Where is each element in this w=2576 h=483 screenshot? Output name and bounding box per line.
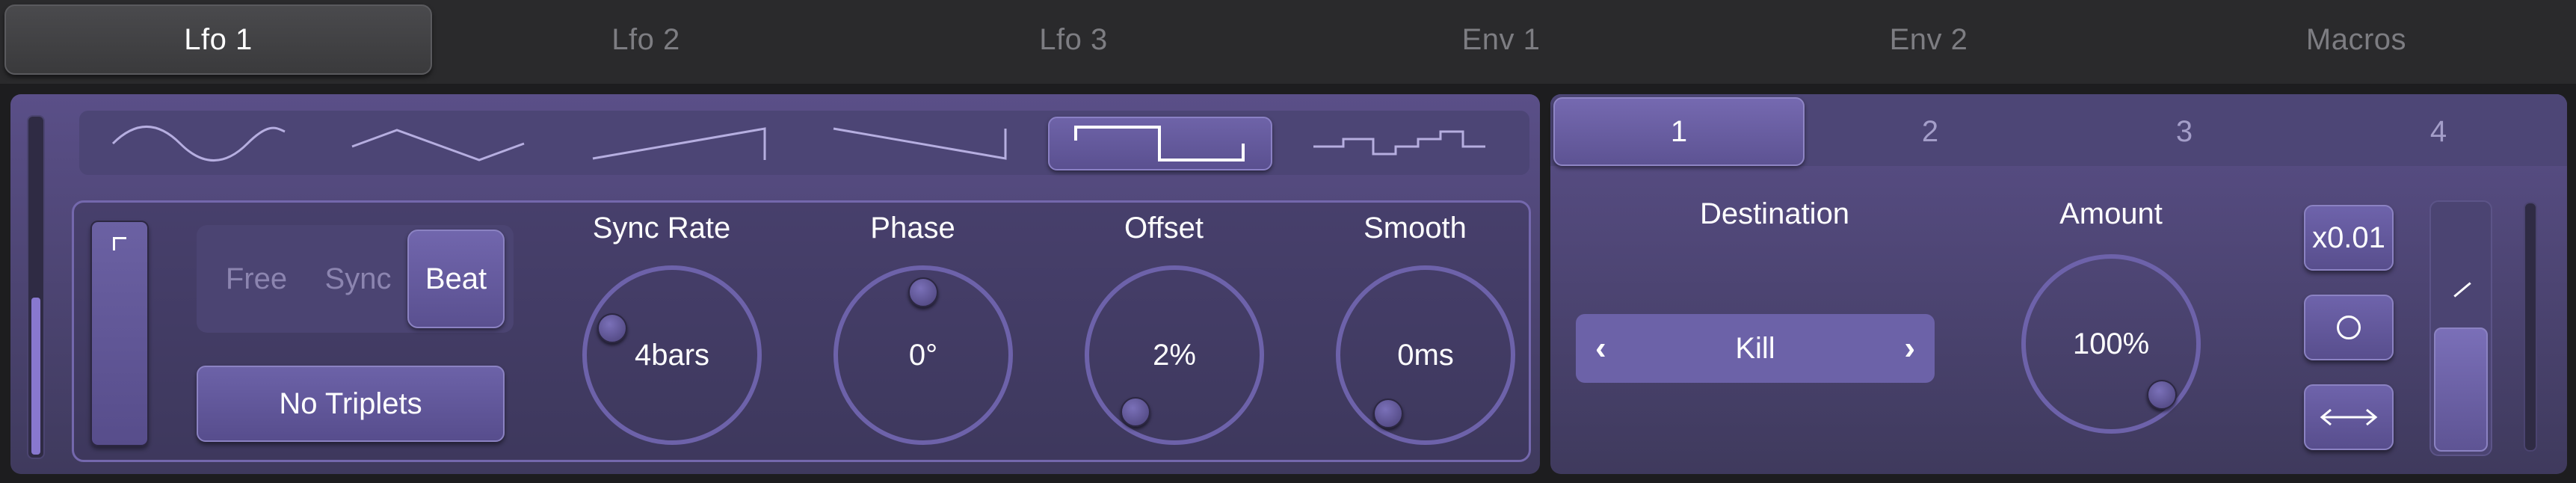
phase-value: 0° [908,338,938,372]
chevron-left-icon[interactable]: ‹ [1595,330,1606,367]
sync-rate-knob[interactable]: 4bars [582,265,762,445]
destination-value[interactable]: Kill [1735,332,1775,366]
smooth-label: Smooth [1364,212,1467,244]
amount-knob[interactable]: 100% [2021,254,2201,434]
slot-2[interactable]: 2 [1805,97,2056,166]
modulation-panel: 1 2 3 4 Destination ‹ Kill › Amount 100%… [1550,94,2567,474]
random-step-wave-icon [1313,130,1485,156]
tab-lfo-3[interactable]: Lfo 3 [860,4,1287,75]
mode-beat[interactable]: Beat [407,230,505,328]
tab-env-1[interactable]: Env 1 [1287,4,1715,75]
tab-macros[interactable]: Macros [2142,4,2570,75]
lfo-tab-bar: Lfo 1 Lfo 2 Lfo 3 Env 1 Env 2 Macros [0,0,2576,84]
offset-value: 2% [1153,338,1196,372]
sync-rate-value: 4bars [634,338,710,372]
amount-label: Amount [2059,197,2163,230]
mod-slot-tabs: 1 2 3 4 [1550,94,2567,166]
lfo-output-meter [27,115,45,459]
circle-icon [2337,316,2361,339]
tab-env-2[interactable]: Env 2 [1715,4,2142,75]
waveform-selector [79,111,1529,175]
triangle-wave-icon [351,129,525,161]
lfo-settings: Free Sync Beat No Triplets Sync Rate 4ba… [72,200,1531,462]
sync-rate-control: Sync Rate 4bars [549,203,774,464]
triplet-button[interactable]: No Triplets [197,366,505,442]
lfo-panel: Free Sync Beat No Triplets Sync Rate 4ba… [10,94,1540,474]
waveform-triangle[interactable] [326,117,550,170]
smooth-control: Smooth 0ms [1303,203,1527,464]
double-arrow-icon [2320,408,2378,426]
mod-output-meter [2524,202,2537,452]
saw-down-wave-icon [833,127,1007,160]
phase-control: Phase 0° [801,203,1025,464]
square-wave-icon [1074,126,1245,161]
polarity-button[interactable] [2304,295,2394,360]
slot-3[interactable]: 3 [2059,97,2310,166]
sine-wave-icon [111,126,286,161]
retrigger-toggle[interactable] [90,221,149,446]
waveform-saw-up[interactable] [567,117,791,170]
slot-1[interactable]: 1 [1553,97,1805,166]
multiplier-button[interactable]: x0.01 [2304,205,2394,271]
waveform-random-step[interactable] [1287,117,1512,170]
phase-label: Phase [870,212,955,244]
slider-handle[interactable] [2434,327,2488,452]
smooth-knob[interactable]: 0ms [1336,265,1515,445]
waveform-square[interactable] [1048,117,1272,170]
offset-control: Offset 2% [1052,203,1276,464]
mode-sync[interactable]: Sync [306,225,410,333]
smooth-value: 0ms [1397,338,1454,372]
mode-free[interactable]: Free [204,225,309,333]
waveform-sine[interactable] [87,117,311,170]
slot-4[interactable]: 4 [2313,97,2564,166]
offset-label: Offset [1124,212,1204,244]
corner-icon [113,237,126,250]
amount-value: 100% [2072,327,2150,360]
waveform-saw-down[interactable] [807,117,1032,170]
sync-mode-selector: Free Sync Beat [197,225,514,333]
bipolar-button[interactable] [2304,384,2394,450]
mod-depth-slider[interactable] [2429,200,2492,456]
tab-lfo-1[interactable]: Lfo 1 [4,4,432,75]
phase-knob[interactable]: 0° [833,265,1013,445]
sync-rate-label: Sync Rate [592,212,731,244]
saw-up-wave-icon [592,127,766,160]
tab-lfo-2[interactable]: Lfo 2 [432,4,860,75]
chevron-right-icon[interactable]: › [1904,330,1915,367]
curve-icon [2453,282,2471,298]
destination-label: Destination [1699,197,1850,230]
lfo-output-meter-fill [31,298,40,455]
destination-selector: ‹ Kill › [1576,314,1935,383]
offset-knob[interactable]: 2% [1085,265,1264,445]
